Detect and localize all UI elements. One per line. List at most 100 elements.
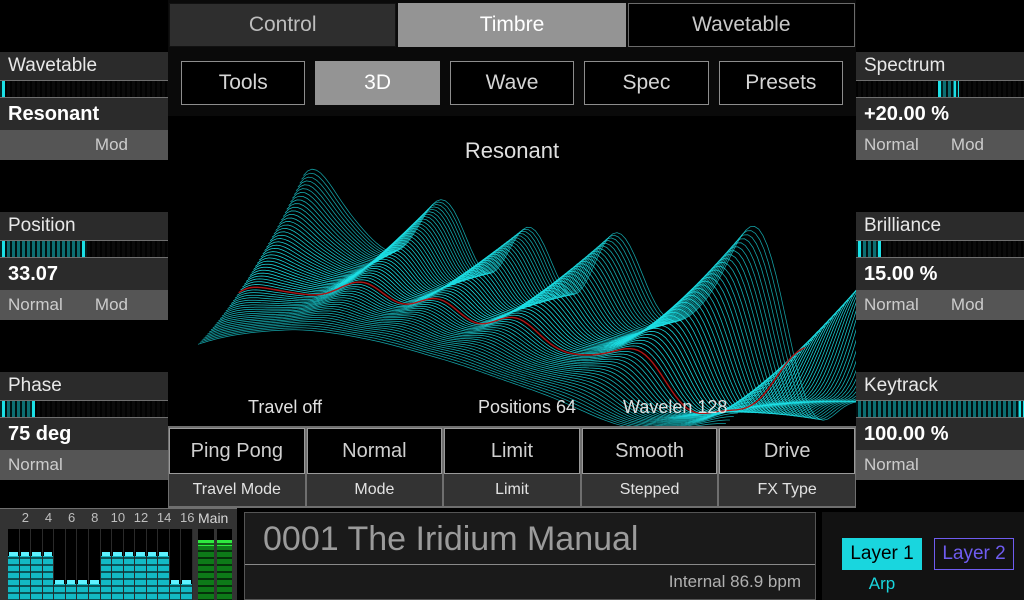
- tool-button-tools[interactable]: Tools: [181, 61, 306, 105]
- preset-display[interactable]: 0001 The Iridium Manual Internal 86.9 bp…: [244, 512, 816, 600]
- param-position-value: 33.07: [0, 258, 168, 290]
- param-phase-slider[interactable]: [0, 400, 168, 418]
- mixer-channel-bar[interactable]: [181, 529, 193, 600]
- slider-knob[interactable]: [953, 81, 959, 97]
- tool-button-wave[interactable]: Wave: [449, 61, 575, 105]
- param-position-mod[interactable]: Mod: [0, 290, 168, 320]
- param-spectrum-slider[interactable]: [856, 80, 1024, 98]
- matrix-value-limit[interactable]: Limit: [444, 428, 580, 474]
- scope-waterfall-graphic: [197, 168, 856, 426]
- slider-ticks: [0, 81, 168, 97]
- mixer-bar-grid: [123, 529, 135, 600]
- mixer-channel-bar[interactable]: [19, 529, 32, 600]
- matrix-label-mode: Mode: [306, 474, 443, 506]
- mixer-channel-bar[interactable]: [65, 529, 78, 600]
- matrix-col-stepped: Smooth Stepped: [581, 426, 719, 508]
- mixer-channel-bar[interactable]: [123, 529, 136, 600]
- mixer-ruler-tick: 12: [133, 510, 149, 525]
- param-wavetable-mod[interactable]: Mod: [0, 130, 168, 160]
- slider-knob-start: [0, 241, 5, 257]
- param-position-label: Position: [0, 212, 168, 240]
- slider-fill: [0, 241, 88, 257]
- mixer-channel-bar[interactable]: [112, 529, 124, 600]
- slider-knob[interactable]: [0, 81, 5, 97]
- tab-timbre[interactable]: Timbre: [398, 3, 626, 47]
- tool-spec-label: Spec: [622, 71, 671, 94]
- matrix-col-fx-type: Drive FX Type: [718, 426, 856, 508]
- param-phase-normal[interactable]: Normal: [8, 450, 63, 480]
- param-keytrack[interactable]: Keytrack 100.00 % Normal: [856, 372, 1024, 480]
- mixer-ruler-tick: 10: [110, 510, 126, 525]
- mixer-ruler-tick: 16: [179, 510, 195, 525]
- matrix-label-limit: Limit: [444, 474, 580, 506]
- mixer-bar-grid: [19, 529, 31, 600]
- param-keytrack-slider[interactable]: [856, 400, 1024, 418]
- param-position[interactable]: Position 33.07 Normal Mod: [0, 212, 168, 320]
- param-keytrack-normal[interactable]: Normal: [864, 450, 919, 480]
- param-brilliance-mod[interactable]: Mod: [856, 290, 1024, 320]
- wavetable-3d-scope[interactable]: Resonant Travel off Positions 64 Wavelen…: [168, 116, 856, 426]
- tool-3d-label: 3D: [364, 71, 392, 94]
- scope-travel-status: Travel off: [248, 397, 323, 417]
- slider-knob[interactable]: [30, 401, 36, 417]
- slider-knob-start: [856, 241, 861, 257]
- tool-button-presets[interactable]: Presets: [718, 61, 844, 105]
- matrix-value-travel-mode[interactable]: Ping Pong: [169, 428, 305, 474]
- param-phase[interactable]: Phase 75 deg Normal: [0, 372, 168, 480]
- mixer-channel-bar[interactable]: [169, 529, 182, 600]
- mixer-channel-bar[interactable]: [88, 529, 101, 600]
- param-brilliance-slider[interactable]: [856, 240, 1024, 258]
- mixer-main-bar[interactable]: [198, 529, 214, 600]
- slider-knob[interactable]: [1019, 401, 1024, 417]
- matrix-value-stepped[interactable]: Smooth: [581, 428, 718, 474]
- matrix-value-mode[interactable]: Normal: [306, 428, 443, 474]
- matrix-label-fx-type: FX Type: [719, 474, 855, 506]
- param-position-slider[interactable]: [0, 240, 168, 258]
- mixer-main-bar[interactable]: [216, 529, 232, 600]
- mixer-meters[interactable]: 2 4 6 8 10 12 14 16 Main: [0, 508, 237, 600]
- tab-control-label: Control: [248, 13, 317, 36]
- mixer-bar-grid: [112, 529, 123, 600]
- mixer-main-bars[interactable]: [198, 529, 232, 600]
- mixer-channel-bar[interactable]: [42, 529, 55, 600]
- param-spectrum-label: Spectrum: [856, 52, 1024, 80]
- mixer-channel-bar[interactable]: [100, 529, 113, 600]
- slider-knob[interactable]: [82, 241, 88, 257]
- mixer-channel-bar[interactable]: [158, 529, 170, 600]
- tab-wavetable[interactable]: Wavetable: [627, 3, 855, 47]
- param-wavetable[interactable]: Wavetable Resonant Mod: [0, 52, 168, 160]
- param-brilliance[interactable]: Brilliance 15.00 % Normal Mod: [856, 212, 1024, 320]
- mixer-bar-grid: [8, 529, 19, 600]
- tool-button-spec[interactable]: Spec: [584, 61, 709, 105]
- mixer-bar-grid: [181, 529, 192, 600]
- mixer-channel-bar[interactable]: [8, 529, 20, 600]
- param-brilliance-label: Brilliance: [856, 212, 1024, 240]
- tab-control[interactable]: Control: [169, 3, 397, 47]
- preset-name[interactable]: 0001 The Iridium Manual: [245, 513, 815, 565]
- tool-button-3d[interactable]: 3D: [315, 61, 440, 105]
- mixer-channel-bar[interactable]: [135, 529, 147, 600]
- slider-fill: [856, 401, 1024, 417]
- mixer-channel-bar[interactable]: [31, 529, 43, 600]
- param-brilliance-value: 15.00 %: [856, 258, 1024, 290]
- mixer-channel-bar[interactable]: [54, 529, 66, 600]
- mixer-bar-grid: [158, 529, 169, 600]
- param-spectrum[interactable]: Spectrum +20.00 % Normal Mod: [856, 52, 1024, 160]
- mixer-bar-grid: [31, 529, 42, 600]
- matrix-value-fx-type[interactable]: Drive: [719, 428, 855, 474]
- preset-tempo[interactable]: Internal 86.9 bpm: [245, 565, 815, 599]
- layer-1-button[interactable]: Layer 1: [842, 538, 922, 570]
- mixer-channel-ruler: 2 4 6 8 10 12 14 16: [8, 509, 195, 529]
- mixer-channel-bar[interactable]: [146, 529, 159, 600]
- mixer-bar-grid: [54, 529, 65, 600]
- param-spectrum-mod[interactable]: Mod: [856, 130, 1024, 160]
- layer-2-button[interactable]: Layer 2: [934, 538, 1014, 570]
- mixer-channel-bars[interactable]: [8, 529, 193, 600]
- param-wavetable-slider[interactable]: [0, 80, 168, 98]
- waterfall-trace: [288, 199, 856, 417]
- mixer-ruler-tick: 2: [21, 510, 29, 525]
- mixer-channel-bar[interactable]: [77, 529, 89, 600]
- param-keytrack-label: Keytrack: [856, 372, 1024, 400]
- waterfall-trace: [233, 288, 794, 415]
- slider-knob[interactable]: [876, 241, 882, 257]
